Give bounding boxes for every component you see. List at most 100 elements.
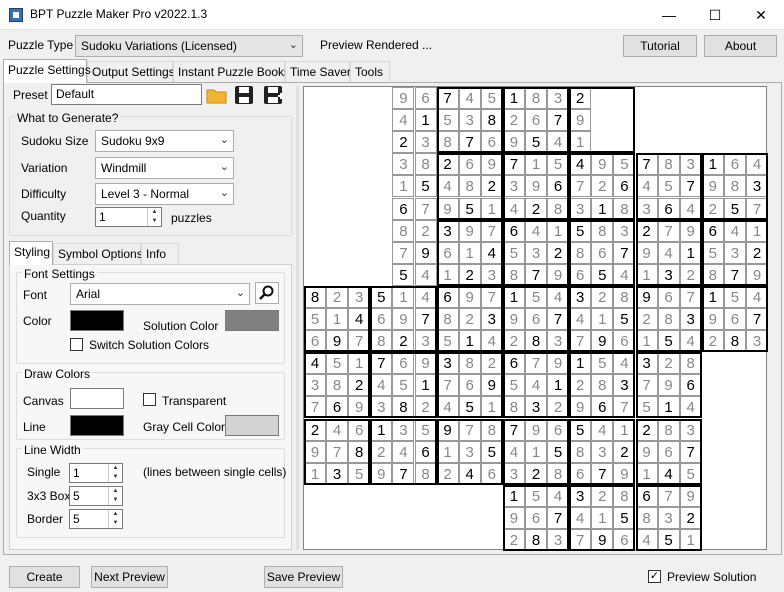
tutorial-button[interactable]: Tutorial (623, 35, 697, 57)
grid-cell: 4 (547, 484, 570, 507)
tab-symbol-options[interactable]: Symbol Options (53, 243, 143, 264)
grid-cell: 4 (635, 529, 658, 551)
grid-cell: 2 (591, 484, 614, 507)
gray-cell-color-label: Gray Cell Color (143, 420, 226, 434)
minimize-button[interactable]: — (646, 0, 692, 30)
preview-solution-checkbox[interactable]: ✓ (648, 570, 661, 583)
grid-cell: 9 (304, 440, 326, 463)
grid-cell: 7 (547, 308, 570, 330)
grid-cell: 3 (657, 263, 680, 286)
create-button[interactable]: Create (9, 566, 80, 588)
close-button[interactable]: ✕ (738, 0, 784, 30)
maximize-button[interactable]: ☐ (692, 0, 738, 30)
box-width-stepper[interactable]: 5 ▲ ▼ (69, 486, 123, 506)
next-preview-button[interactable]: Next Preview (91, 566, 168, 588)
border-width-stepper[interactable]: 5 ▲ ▼ (69, 509, 123, 529)
folder-icon[interactable] (205, 84, 228, 106)
puzzle-type-label: Puzzle Type (8, 38, 74, 52)
grid-cell: 1 (635, 462, 658, 485)
grid-cell: 8 (370, 330, 393, 353)
grid-cell: 2 (392, 131, 415, 154)
grid-cell: 2 (414, 396, 437, 419)
tab-time-saver[interactable]: Time Saver (285, 61, 351, 82)
difficulty-select[interactable]: Level 3 - Normal ⌄ (95, 183, 234, 205)
tab-styling[interactable]: Styling (9, 241, 53, 265)
tab-instant-puzzle-books[interactable]: Instant Puzzle Books (173, 61, 290, 82)
splitter[interactable] (296, 86, 299, 550)
stepper-arrows-icon[interactable]: ▲ ▼ (147, 208, 161, 226)
grid-cell: 1 (679, 241, 702, 264)
grid-cell: 7 (746, 308, 768, 330)
canvas-color-swatch[interactable] (70, 388, 124, 409)
grid-cell: 2 (569, 374, 592, 397)
grid-cell: 5 (657, 175, 680, 198)
stepper-arrows-icon[interactable]: ▲ ▼ (108, 464, 122, 482)
magnifier-icon (259, 285, 274, 300)
grid-cell: 4 (458, 462, 481, 485)
grid-cell: 8 (591, 219, 614, 242)
quantity-stepper[interactable]: 1 ▲ ▼ (95, 207, 162, 227)
sudoku-size-label: Sudoku Size (21, 134, 89, 148)
single-width-stepper[interactable]: 1 ▲ ▼ (69, 463, 123, 483)
save-preset-icon[interactable] (233, 84, 256, 106)
grid-cell: 5 (525, 285, 547, 308)
grid-cell: 7 (304, 396, 326, 419)
sudoku-size-select[interactable]: Sudoku 9x9 ⌄ (95, 130, 234, 152)
grid-cell: 2 (591, 175, 614, 198)
puzzle-type-select[interactable]: Sudoku Variations (Licensed) ⌄ (75, 35, 303, 57)
switch-solution-colors-checkbox[interactable] (70, 338, 83, 351)
grid-cell: 4 (746, 285, 768, 308)
grid-cell: 5 (701, 241, 724, 264)
stepper-arrows-icon[interactable]: ▲ ▼ (108, 510, 122, 528)
save-as-preset-icon[interactable] (262, 84, 285, 106)
grid-cell: 3 (392, 418, 415, 441)
line-color-swatch[interactable] (70, 415, 124, 436)
grid-cell: 1 (547, 219, 570, 242)
grid-cell: 7 (569, 175, 592, 198)
grid-cell: 8 (392, 396, 415, 419)
grid-cell: 5 (525, 131, 547, 154)
gray-cell-color-swatch[interactable] (225, 415, 279, 436)
grid-cell: 6 (723, 153, 746, 176)
grid-cell: 8 (613, 285, 636, 308)
grid-cell: 1 (480, 197, 503, 220)
tab-tools[interactable]: Tools (350, 61, 390, 82)
grid-cell: 6 (591, 241, 614, 264)
tab-info[interactable]: Info (141, 243, 179, 264)
solution-color-swatch[interactable] (225, 310, 279, 331)
grid-cell: 4 (679, 197, 702, 220)
font-color-swatch[interactable] (70, 310, 124, 331)
grid-cell: 4 (370, 374, 393, 397)
grid-cell: 8 (480, 109, 503, 132)
grid-cell: 6 (480, 131, 503, 154)
grid-cell: 2 (414, 219, 437, 242)
grid-cell: 4 (480, 241, 503, 264)
save-preview-button[interactable]: Save Preview (264, 566, 343, 588)
grid-cell: 5 (569, 219, 592, 242)
grid-cell: 5 (370, 285, 393, 308)
grid-cell: 9 (480, 374, 503, 397)
grid-cell: 9 (657, 374, 680, 397)
font-select[interactable]: Arial ⌄ (70, 283, 250, 305)
box-width-value: 5 (73, 489, 80, 503)
about-button[interactable]: About (704, 35, 777, 57)
grid-cell: 6 (613, 529, 636, 551)
grid-cell: 4 (458, 87, 481, 109)
grid-cell: 1 (525, 153, 547, 176)
tab-output-settings[interactable]: Output Settings (87, 61, 175, 82)
font-preview-button[interactable] (255, 282, 279, 304)
chevron-down-icon: ⌄ (219, 161, 229, 173)
stepper-arrows-icon[interactable]: ▲ ▼ (108, 487, 122, 505)
grid-cell: 4 (591, 418, 614, 441)
preset-input[interactable]: Default (51, 84, 202, 105)
chevron-down-icon: ⌄ (219, 134, 229, 146)
tab-puzzle-settings[interactable]: Puzzle Settings (3, 59, 91, 83)
quantity-label: Quantity (21, 209, 66, 223)
grid-cell: 4 (436, 396, 459, 419)
grid-cell: 5 (480, 440, 503, 463)
variation-select[interactable]: Windmill ⌄ (95, 157, 234, 179)
transparent-checkbox[interactable] (143, 393, 156, 406)
grid-cell: 4 (657, 462, 680, 485)
grid-cell: 2 (525, 462, 547, 485)
grid-cell: 2 (635, 418, 658, 441)
